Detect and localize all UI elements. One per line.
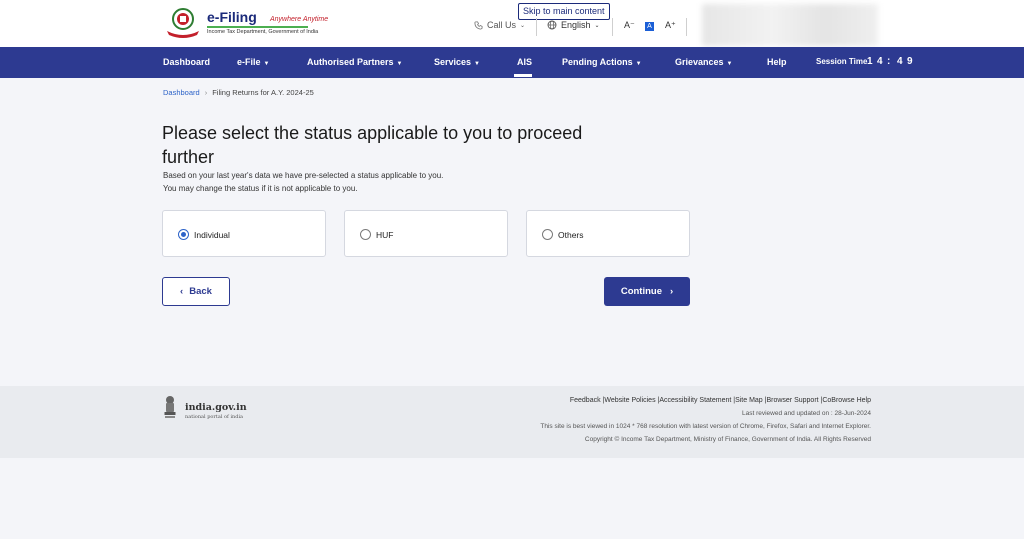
nav-dashboard[interactable]: Dashboard [163,57,210,67]
chevron-down-icon: ▼ [635,61,642,67]
brand-subtitle: Income Tax Department, Government of Ind… [207,29,319,35]
nav-active-indicator [514,74,532,77]
chevron-down-icon: ⌄ [594,22,600,29]
continue-button[interactable]: Continue › [604,277,690,306]
back-button[interactable]: ‹ Back [162,277,230,306]
efiling-logo[interactable]: e-Filing Anywhere Anytime Income Tax Dep… [163,7,328,41]
chevron-down-icon: ▼ [396,61,403,67]
breadcrumb-dashboard-link[interactable]: Dashboard [163,88,200,97]
brand-tagline: Anywhere Anytime [270,16,329,23]
top-header: e-Filing Anywhere Anytime Income Tax Dep… [0,0,1024,47]
nav-pending-actions[interactable]: Pending Actions ▼ [562,57,642,67]
nav-services-label: Services [434,57,472,67]
font-normal-button[interactable]: A [645,22,654,31]
session-timer-digit: 9 [907,56,913,67]
phone-icon [474,20,483,30]
last-updated-text: Last reviewed and updated on : 28-Jun-20… [741,410,871,417]
globe-icon [547,20,557,30]
chevron-left-icon: ‹ [180,286,184,297]
radio-button[interactable] [360,229,371,240]
brand-underline [207,26,308,28]
breadcrumb: Dashboard › Filing Returns for A.Y. 2024-2… [163,88,314,97]
session-time-label: Session Time [816,57,868,66]
status-option-label: Others [558,230,584,240]
nav-ais[interactable]: AIS [517,57,532,67]
chevron-right-icon: › [670,286,674,297]
nav-efile[interactable]: e-File ▼ [237,57,269,67]
page-footer: india.gov.in national portal of india Fe… [0,386,1024,458]
page-title: Please select the status applicable to y… [162,123,583,167]
breadcrumb-current: Filing Returns for A.Y. 2024-25 [212,88,314,97]
india-gov-subtitle: national portal of india [185,414,244,420]
nav-help[interactable]: Help [767,57,787,67]
chevron-down-icon: ⌄ [520,22,526,29]
page-description-line2: You may change the status if it is not a… [163,184,358,193]
nav-services[interactable]: Services ▼ [434,57,480,67]
back-button-label: Back [189,286,212,297]
best-viewed-text: This site is best viewed in 1024 * 768 r… [540,423,871,430]
nav-authorised-partners-label: Authorised Partners [307,57,394,67]
footer-links[interactable]: Feedback |Website Policies |Accessibilit… [570,397,871,404]
skip-to-main-link[interactable]: Skip to main content [518,3,610,20]
font-decrease-button[interactable]: A⁻ [624,20,635,31]
status-option-huf[interactable]: HUF [344,210,508,257]
chevron-down-icon: ▼ [726,61,733,67]
brand-name: e-Filing [207,9,257,25]
nav-pending-actions-label: Pending Actions [562,57,633,67]
font-increase-button[interactable]: A⁺ [665,20,676,31]
session-timer-digit: 1 [867,56,873,67]
status-option-label: HUF [376,230,394,240]
nav-grievances-label: Grievances [675,57,724,67]
status-option-label: Individual [194,230,230,240]
nav-grievances[interactable]: Grievances ▼ [675,57,733,67]
session-timer-digit: 4 [877,56,883,67]
header-divider [612,18,613,36]
session-timer-digit: 4 [897,56,903,67]
radio-button-selected[interactable] [178,229,189,240]
national-emblem-icon [164,396,176,418]
nav-authorised-partners[interactable]: Authorised Partners ▼ [307,57,402,67]
status-option-individual[interactable]: Individual [162,210,326,257]
header-divider [686,18,687,36]
main-navigation: Dashboard e-File ▼ Authorised Partners ▼ S… [0,47,1024,78]
income-tax-emblem-icon [167,8,199,38]
call-us-label: Call Us [487,20,517,30]
status-option-others[interactable]: Others [526,210,690,257]
user-profile-blurred[interactable] [702,4,878,46]
nav-efile-label: e-File [237,57,261,67]
continue-button-label: Continue [620,286,662,297]
chevron-down-icon: ▼ [474,61,480,67]
chevron-down-icon: ▼ [263,61,270,67]
page-description-line1: Based on your last year's data we have p… [163,171,444,180]
radio-button[interactable] [542,229,553,240]
session-timer-separator: : [887,56,891,67]
header-divider [536,18,537,36]
india-gov-link[interactable]: india.gov.in [185,402,247,413]
language-label: English [561,20,591,30]
call-us-menu[interactable]: Call Us ⌄ [474,20,525,30]
breadcrumb-separator-icon: › [204,88,208,97]
copyright-text: Copyright © Income Tax Department, Minis… [584,436,871,443]
language-selector[interactable]: English ⌄ [547,20,600,30]
